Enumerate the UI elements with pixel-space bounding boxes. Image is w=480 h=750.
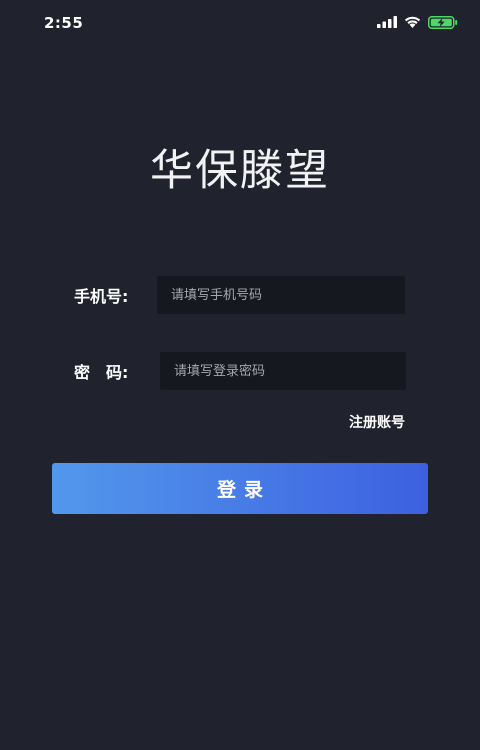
password-label: 密 码: xyxy=(74,363,129,382)
login-button[interactable]: 登录 xyxy=(52,463,428,514)
status-time: 2:55 xyxy=(44,14,84,32)
app-title: 华保滕望 xyxy=(150,146,330,196)
wifi-icon xyxy=(404,16,421,28)
phone-row: 手机号: xyxy=(74,276,405,314)
status-bar: 2:55 xyxy=(0,0,480,44)
register-link[interactable]: 注册账号 xyxy=(349,412,405,432)
status-icons xyxy=(377,15,458,29)
phone-label: 手机号: xyxy=(74,287,129,306)
battery-charging-icon xyxy=(428,15,458,29)
phone-input[interactable] xyxy=(157,276,405,314)
signal-icon xyxy=(377,16,397,28)
password-row: 密 码: xyxy=(74,352,406,390)
password-input[interactable] xyxy=(160,352,406,390)
